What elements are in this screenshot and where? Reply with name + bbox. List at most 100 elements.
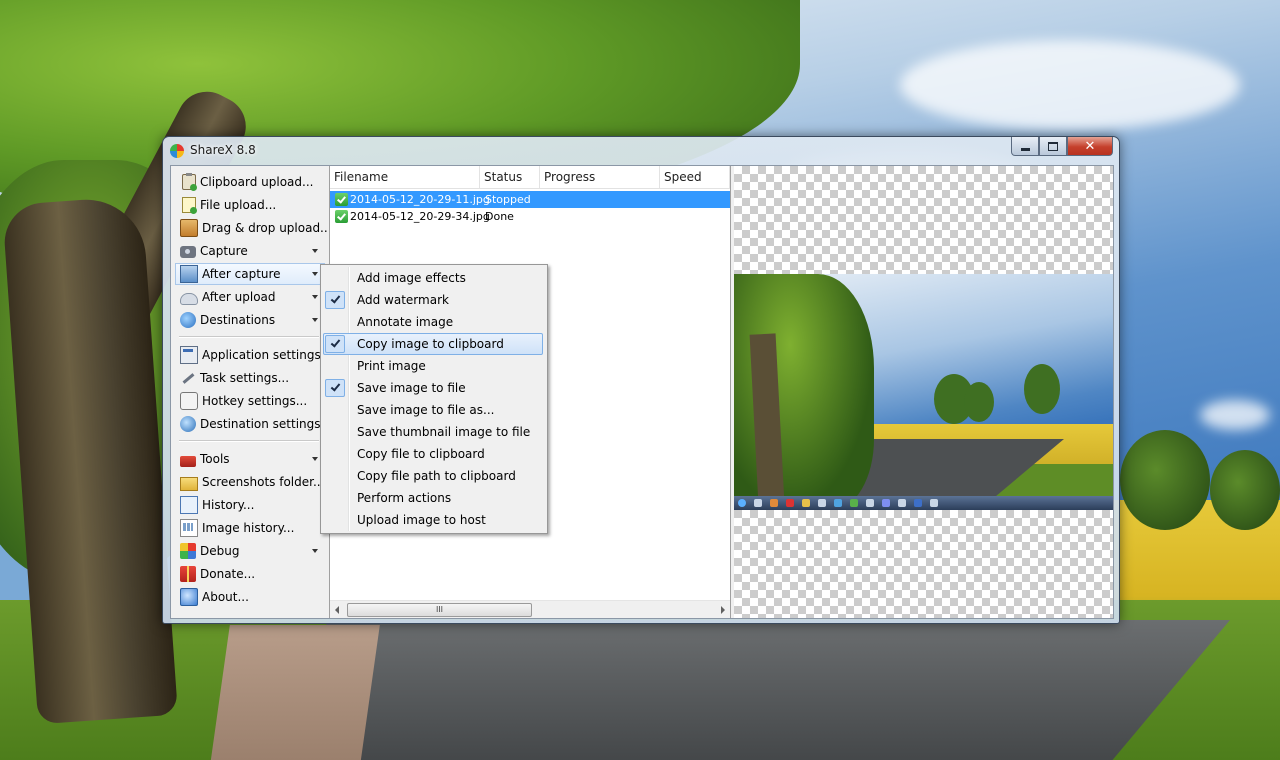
globe-icon — [180, 416, 196, 432]
debug-icon — [180, 543, 196, 559]
column-header-speed[interactable]: Speed — [660, 166, 730, 188]
table-row[interactable]: 2014-05-12_20-29-34.jpg Done — [330, 208, 730, 225]
menu-item-label: File upload... — [200, 198, 277, 212]
menu-item-label: Copy file path to clipboard — [357, 469, 516, 483]
scrollbar-thumb[interactable]: III — [347, 603, 532, 617]
toolbox-icon — [180, 455, 196, 467]
menu-item-print-image[interactable]: Print image — [323, 355, 543, 377]
table-row[interactable]: 2014-05-12_20-29-11.jpg Stopped — [330, 191, 730, 208]
scroll-left-icon[interactable] — [335, 606, 339, 614]
status-cell: Stopped — [485, 193, 531, 206]
scroll-right-icon[interactable] — [721, 606, 725, 614]
title-bar[interactable]: ShareX 8.8 ✕ — [163, 137, 1119, 165]
menu-item-about[interactable]: About... — [175, 586, 325, 608]
menu-item-image-history[interactable]: Image history... — [175, 517, 325, 539]
menu-item-hotkey-settings[interactable]: Hotkey settings... — [175, 390, 325, 412]
close-button[interactable]: ✕ — [1067, 137, 1113, 156]
menu-item-label: Debug — [200, 544, 240, 558]
folder-icon — [180, 476, 198, 491]
dropdown-arrow-icon — [312, 457, 318, 461]
menu-item-task-settings[interactable]: Task settings... — [175, 367, 325, 389]
menu-item-annotate-image[interactable]: Annotate image — [323, 311, 543, 333]
clipboard-upload-icon — [182, 173, 197, 191]
menu-item-drag-drop-upload[interactable]: Drag & drop upload... — [175, 217, 332, 239]
image-preview — [734, 166, 1113, 618]
menu-item-perform-actions[interactable]: Perform actions — [323, 487, 543, 509]
menu-item-label: Upload image to host — [357, 513, 486, 527]
menu-item-label: Add watermark — [357, 293, 449, 307]
menu-separator — [179, 336, 319, 338]
image-history-icon — [180, 519, 198, 537]
menu-item-tools[interactable]: Tools — [175, 448, 325, 470]
menu-item-donate[interactable]: Donate... — [175, 563, 325, 585]
menu-item-copy-file-path[interactable]: Copy file path to clipboard — [323, 465, 543, 487]
menu-separator — [179, 440, 319, 442]
menu-item-label: Screenshots folder... — [202, 475, 325, 489]
maximize-icon — [1048, 141, 1058, 151]
filename-cell: 2014-05-12_20-29-11.jpg — [350, 193, 490, 206]
column-header-status[interactable]: Status — [480, 166, 540, 188]
menu-item-save-image-to-file[interactable]: Save image to file — [323, 377, 543, 399]
minimize-button[interactable] — [1011, 137, 1039, 156]
menu-item-copy-image-to-clipboard[interactable]: Copy image to clipboard — [323, 333, 543, 355]
menu-item-label: Annotate image — [357, 315, 454, 329]
dropdown-arrow-icon — [312, 249, 318, 253]
menu-item-add-watermark[interactable]: Add watermark — [323, 289, 543, 311]
menu-item-save-image-to-file-as[interactable]: Save image to file as... — [323, 399, 543, 421]
checkmark-icon — [325, 291, 345, 309]
column-header-filename[interactable]: Filename — [330, 166, 480, 188]
success-check-icon — [335, 193, 348, 206]
menu-item-after-capture[interactable]: After capture — [175, 263, 325, 285]
after-capture-submenu: Add image effects Add watermark Annotate… — [320, 264, 548, 534]
menu-item-label: Task settings... — [200, 371, 290, 385]
maximize-button[interactable] — [1039, 137, 1067, 156]
filename-cell: 2014-05-12_20-29-34.jpg — [350, 210, 490, 223]
dropdown-arrow-icon — [312, 295, 318, 299]
caption-buttons: ✕ — [1011, 137, 1113, 156]
menu-item-history[interactable]: History... — [175, 494, 325, 516]
sharex-window: ShareX 8.8 ✕ Clipboard upload... File up… — [162, 136, 1120, 624]
menu-item-label: Destinations — [200, 313, 276, 327]
dropdown-arrow-icon — [312, 318, 318, 322]
menu-item-label: After capture — [202, 267, 281, 281]
menu-item-destinations[interactable]: Destinations — [175, 309, 325, 331]
app-settings-icon — [180, 346, 198, 364]
menu-item-label: Add image effects — [357, 271, 466, 285]
menu-item-upload-image-to-host[interactable]: Upload image to host — [323, 509, 543, 531]
status-cell: Done — [485, 210, 514, 223]
checkmark-icon — [325, 379, 345, 397]
destinations-icon — [180, 312, 196, 328]
menu-item-add-image-effects[interactable]: Add image effects — [323, 267, 543, 289]
menu-item-label: Print image — [357, 359, 426, 373]
dropdown-arrow-icon — [312, 272, 318, 276]
menu-item-after-upload[interactable]: After upload — [175, 286, 325, 308]
menu-item-debug[interactable]: Debug — [175, 540, 325, 562]
thumbnail-taskbar — [734, 496, 1113, 510]
menu-item-label: History... — [202, 498, 255, 512]
menu-item-application-settings[interactable]: Application settings... — [175, 344, 332, 366]
drag-drop-icon — [180, 219, 198, 237]
menu-item-label: Capture — [200, 244, 248, 258]
window-title: ShareX 8.8 — [190, 143, 256, 157]
menu-item-capture[interactable]: Capture — [175, 240, 325, 262]
menu-item-save-thumbnail[interactable]: Save thumbnail image to file — [323, 421, 543, 443]
horizontal-scrollbar[interactable]: III — [330, 600, 730, 618]
keyboard-icon — [180, 392, 198, 410]
menu-item-label: Image history... — [202, 521, 295, 535]
screenshot-thumbnail — [734, 274, 1113, 510]
task-list-header: Filename Status Progress Speed — [330, 166, 730, 189]
column-header-progress[interactable]: Progress — [540, 166, 660, 188]
after-capture-icon — [180, 265, 198, 283]
menu-item-label: Tools — [200, 452, 230, 466]
menu-item-label: Save image to file — [357, 381, 466, 395]
menu-item-clipboard-upload[interactable]: Clipboard upload... — [175, 171, 325, 193]
menu-item-file-upload[interactable]: File upload... — [175, 194, 325, 216]
menu-item-screenshots-folder[interactable]: Screenshots folder... — [175, 471, 325, 493]
menu-item-label: Copy file to clipboard — [357, 447, 485, 461]
menu-item-label: After upload — [202, 290, 276, 304]
file-upload-icon — [182, 197, 197, 214]
menu-item-label: Destination settings... — [200, 417, 332, 431]
menu-item-destination-settings[interactable]: Destination settings... — [175, 413, 332, 435]
menu-item-label: About... — [202, 590, 249, 604]
menu-item-copy-file-to-clipboard[interactable]: Copy file to clipboard — [323, 443, 543, 465]
